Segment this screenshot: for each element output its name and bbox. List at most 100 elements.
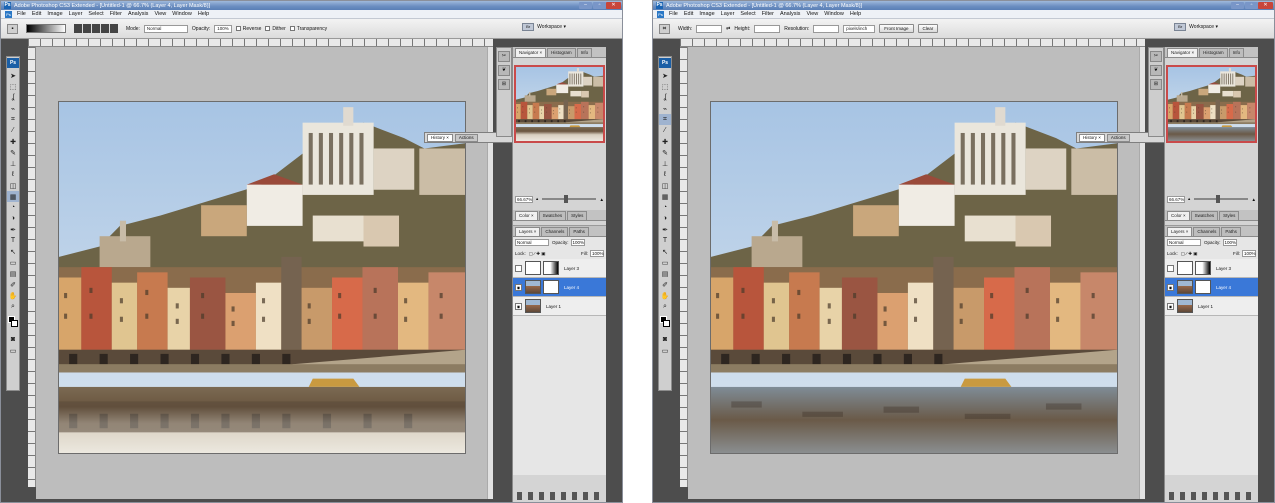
menu-layer[interactable]: Layer [69, 11, 83, 17]
bridge-icon[interactable]: Br [1174, 23, 1187, 31]
photoshop-menu-icon[interactable]: Ps [657, 10, 664, 18]
quick-select-tool-icon[interactable]: ⌁ [659, 103, 671, 114]
eyedropper-tool-icon[interactable]: ⁄ [659, 125, 671, 136]
shape-tool-icon[interactable]: ▭ [7, 257, 19, 268]
menu-filter[interactable]: Filter [110, 11, 122, 17]
move-tool-icon[interactable]: ➤ [659, 70, 671, 81]
tools-dock-icon[interactable]: ✂ [1150, 51, 1162, 62]
vertical-scrollbar[interactable] [1139, 47, 1145, 499]
hand-tool-icon[interactable]: ✋ [659, 290, 671, 301]
photoshop-menu-icon[interactable]: Ps [5, 10, 12, 18]
zoom-slider[interactable] [542, 195, 596, 203]
screen-mode-icon[interactable]: ▭ [659, 345, 671, 356]
menu-view[interactable]: View [154, 11, 166, 17]
dodge-tool-icon[interactable]: ◑ [7, 213, 19, 224]
fill-field[interactable]: 100% [1242, 250, 1256, 257]
tab-navigator[interactable]: Navigator × [515, 48, 547, 57]
blur-tool-icon[interactable]: ◔ [7, 202, 19, 213]
tab-layers[interactable]: Layers × [515, 227, 541, 236]
layer-mask-thumbnail[interactable] [543, 280, 559, 294]
menu-analysis[interactable]: Analysis [128, 11, 148, 17]
visibility-toggle[interactable] [515, 264, 522, 272]
color-swatches[interactable] [7, 316, 19, 334]
zoom-in-icon[interactable]: ▲ [1252, 197, 1256, 202]
dither-checkbox[interactable] [265, 26, 271, 31]
menu-view[interactable]: View [806, 11, 818, 17]
layer-mask-thumbnail[interactable] [1195, 261, 1211, 275]
close-button[interactable]: ✕ [606, 2, 621, 9]
gradient-tool-icon[interactable]: ▪ [7, 23, 18, 34]
menu-help[interactable]: Help [198, 11, 209, 17]
layers-bottom-icons[interactable] [1169, 492, 1254, 500]
notes-tool-icon[interactable]: ▤ [659, 268, 671, 279]
maximize-button[interactable]: ▫ [1245, 2, 1258, 9]
background-color[interactable] [11, 320, 18, 327]
crop-tool-icon[interactable]: ⌗ [659, 23, 670, 34]
zoom-field[interactable]: 66.67% [515, 195, 533, 203]
layer-row[interactable]: ◉ Layer 1 [513, 297, 606, 316]
healing-brush-icon[interactable]: ✚ [659, 136, 671, 147]
menu-edit[interactable]: Edit [32, 11, 41, 17]
front-image-button[interactable]: Front Image [879, 24, 914, 33]
menu-image[interactable]: Image [699, 11, 714, 17]
resolution-unit-select[interactable]: pixels/inch [843, 24, 876, 33]
tab-history[interactable]: History × [427, 133, 453, 142]
eye-icon[interactable]: ◉ [515, 283, 522, 291]
layer-mask-thumbnail[interactable] [1195, 280, 1211, 294]
layer-row[interactable]: Layer 3 [513, 259, 606, 278]
tab-actions[interactable]: Actions [454, 133, 478, 142]
blur-tool-icon[interactable]: ◔ [659, 202, 671, 213]
blend-mode-select[interactable]: Normal [515, 239, 549, 246]
minimize-button[interactable]: – [579, 2, 592, 9]
height-field[interactable] [754, 24, 781, 33]
maximize-button[interactable]: ▫ [593, 2, 606, 9]
tab-channels[interactable]: Channels [541, 227, 569, 236]
path-select-icon[interactable]: ↖ [659, 246, 671, 257]
tab-swatches[interactable]: Swatches [1190, 211, 1219, 220]
tab-paths[interactable]: Paths [569, 227, 589, 236]
document-image[interactable] [58, 101, 466, 454]
tab-histogram[interactable]: Histogram [1199, 48, 1228, 57]
lock-icons[interactable]: ▢ ⁄ ✚ ▣ [1181, 251, 1198, 257]
layers-bottom-icons[interactable] [517, 492, 602, 500]
document-image[interactable] [710, 101, 1118, 454]
vertical-scrollbar[interactable] [487, 47, 493, 499]
zoom-tool-icon[interactable]: ⌕ [659, 301, 671, 312]
shape-tool-icon[interactable]: ▭ [659, 257, 671, 268]
menu-edit[interactable]: Edit [684, 11, 693, 17]
reverse-checkbox[interactable] [235, 26, 241, 31]
tab-actions[interactable]: Actions [1106, 133, 1130, 142]
tab-color[interactable]: Color × [1167, 211, 1190, 220]
layer-mask-thumbnail[interactable] [543, 261, 559, 275]
tab-paths[interactable]: Paths [1221, 227, 1241, 236]
hand-tool-icon[interactable]: ✋ [7, 290, 19, 301]
swap-icon[interactable]: ⇄ [726, 26, 730, 32]
menu-select[interactable]: Select [740, 11, 755, 17]
gradient-tool-icon[interactable]: ▦ [659, 191, 671, 202]
stamp-tool-icon[interactable]: ⊥ [7, 158, 19, 169]
menu-help[interactable]: Help [850, 11, 861, 17]
tab-navigator[interactable]: Navigator × [1167, 48, 1199, 57]
tab-channels[interactable]: Channels [1193, 227, 1221, 236]
eye-icon[interactable]: ◉ [515, 302, 522, 310]
resolution-field[interactable] [813, 24, 840, 33]
tab-histogram[interactable]: Histogram [547, 48, 576, 57]
type-tool-icon[interactable]: T [7, 235, 19, 246]
clear-button[interactable]: Clear [917, 24, 939, 33]
pen-tool-icon[interactable]: ✒ [7, 224, 19, 235]
navigator-thumbnail[interactable] [1166, 65, 1257, 143]
zoom-out-icon[interactable]: ▴ [536, 196, 538, 202]
zoom-field[interactable]: 66.67% [1167, 195, 1185, 203]
blend-mode-select[interactable]: Normal [1167, 239, 1201, 246]
move-tool-icon[interactable]: ➤ [7, 70, 19, 81]
tab-layers[interactable]: Layers × [1167, 227, 1193, 236]
zoom-out-icon[interactable]: ▴ [1188, 196, 1190, 202]
quick-mask-icon[interactable]: ◙ [7, 334, 19, 345]
tools-dock-icon[interactable]: ✂ [498, 51, 510, 62]
menu-window[interactable]: Window [172, 11, 192, 17]
dodge-tool-icon[interactable]: ◑ [659, 213, 671, 224]
eraser-tool-icon[interactable]: ◫ [659, 180, 671, 191]
layer-opacity-field[interactable]: 100% [1222, 239, 1237, 246]
gradient-type-icons[interactable] [74, 24, 118, 33]
menu-image[interactable]: Image [47, 11, 62, 17]
